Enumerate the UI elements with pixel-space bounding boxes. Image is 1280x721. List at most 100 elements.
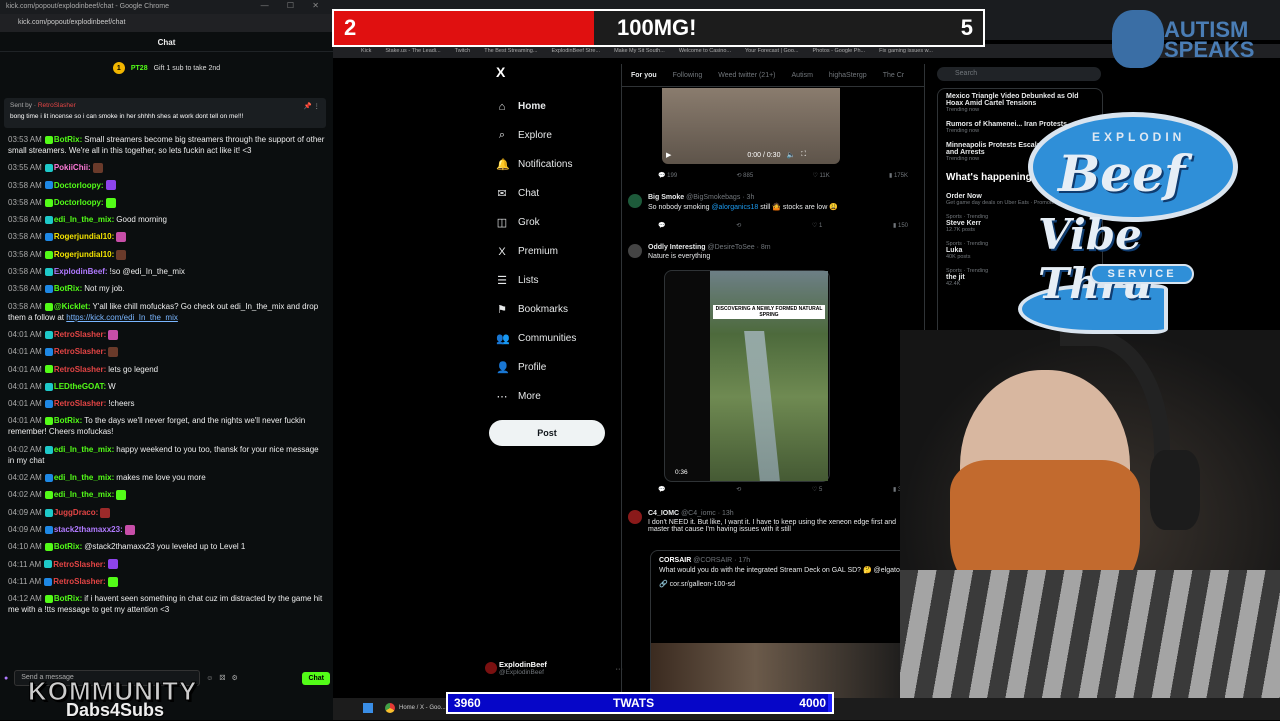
message-username[interactable]: RetroSlasher: — [53, 577, 105, 586]
timeline-feed[interactable]: For you Following Weed twitter (21+) Autism… — [621, 64, 925, 702]
play-icon[interactable]: ▶ — [666, 151, 671, 159]
message-username[interactable]: RetroSlasher: — [53, 560, 105, 569]
taskbar-chrome-label[interactable]: Home / X - Goo... — [399, 705, 446, 711]
bookmark-item[interactable]: Photos - Google Ph... — [813, 48, 866, 54]
chat-message[interactable]: 04:01 AM RetroSlasher: — [8, 346, 326, 358]
chat-message[interactable]: 04:10 AM BotRix: @stack2thamaxx23 you leve… — [8, 541, 326, 552]
bookmark-item[interactable]: Fix gaming issues w... — [879, 48, 933, 54]
message-username[interactable]: edi_In_the_mix: — [54, 473, 114, 482]
chat-message[interactable]: 04:01 AM RetroSlasher: lets go legend — [8, 364, 326, 375]
nav-item-explore[interactable]: ⌕ Explore — [488, 121, 628, 150]
pin-icon[interactable]: 📌 ⋮ — [304, 102, 320, 110]
gift-icon[interactable]: ⚄ — [219, 674, 225, 682]
bookmark-item[interactable]: ExplodinBeef Stre... — [551, 48, 600, 54]
chat-message[interactable]: 04:02 AM edi_In_the_mix: makes me love you… — [8, 472, 326, 483]
post-button[interactable]: Post — [489, 420, 605, 446]
message-username[interactable]: ExplodinBeef: — [54, 267, 108, 276]
bookmark-item[interactable]: Kick — [361, 48, 371, 54]
emoji-icon[interactable]: ☺ — [206, 675, 213, 682]
chat-message[interactable]: 04:01 AM BotRix: To the days we'll never f… — [8, 415, 326, 437]
nav-item-chat[interactable]: ✉ Chat — [488, 179, 628, 208]
message-username[interactable]: edi_In_the_mix: — [54, 215, 114, 224]
nav-item-more[interactable]: ⋯ More — [488, 382, 628, 411]
chat-message[interactable]: 04:11 AM RetroSlasher: — [8, 576, 326, 587]
message-username[interactable]: edi_In_the_mix: — [54, 490, 114, 499]
nature-video[interactable]: DISCOVERING A NEWLY FORMED NATURAL SPRIN… — [664, 270, 830, 482]
account-switcher[interactable]: ExplodinBeef @ExplodinBeef ··· — [485, 660, 623, 676]
views-icon[interactable]: ▮ 150 — [893, 222, 908, 234]
tweet-oddly-interesting[interactable]: Oddly Interesting @DesireToSee · 8m Natu… — [628, 244, 918, 260]
reply-icon[interactable]: 💬 — [658, 486, 665, 498]
chat-message[interactable]: 03:58 AM Doctorloopy: — [8, 197, 326, 208]
chat-message[interactable]: 03:58 AM Rogerjundial10: — [8, 231, 326, 243]
message-username[interactable]: RetroSlasher: — [54, 347, 106, 356]
fullscreen-icon[interactable]: ⛶ — [801, 151, 806, 159]
message-username[interactable]: LEDtheGOAT: — [54, 382, 106, 391]
message-username[interactable]: JuggDraco: — [54, 508, 98, 517]
chrome-icon[interactable] — [385, 703, 395, 713]
emote-icon[interactable]: ● — [4, 675, 8, 682]
timeline-tab[interactable]: The Cr — [883, 72, 904, 79]
nav-item-communities[interactable]: 👥 Communities — [488, 324, 628, 353]
message-username[interactable]: BotRix: — [54, 284, 82, 293]
bookmark-item[interactable]: The Best Streaming... — [484, 48, 537, 54]
nav-item-lists[interactable]: ☰ Lists — [488, 266, 628, 295]
search-input[interactable]: Search — [937, 67, 1101, 81]
message-username[interactable]: Doctorloopy: — [54, 181, 104, 190]
chat-send-button[interactable]: Chat — [302, 671, 330, 685]
windows-start-icon[interactable] — [363, 703, 373, 713]
chat-message[interactable]: 03:53 AM BotRix: Small streamers become bi… — [8, 134, 326, 156]
message-username[interactable]: stack2thamaxx23: — [54, 525, 123, 534]
reply-icon[interactable]: 💬 199 — [658, 172, 677, 184]
tweet-big-smoke[interactable]: Big Smoke @BigSmokebags · 3h So nobody s… — [628, 194, 918, 211]
bookmark-item[interactable]: Stake.us - The Leadi... — [385, 48, 440, 54]
chat-message[interactable]: 03:58 AM edi_In_the_mix: Good morning — [8, 214, 326, 225]
chat-message[interactable]: 03:58 AM BotRix: Not my job. — [8, 283, 326, 294]
retweet-icon[interactable]: ⟲ — [736, 486, 741, 498]
volume-icon[interactable]: 🔈 — [786, 151, 795, 159]
window-controls[interactable]: — ☐ ✕ — [261, 1, 327, 10]
nav-item-home[interactable]: ⌂ Home — [488, 92, 628, 121]
chat-messages-list[interactable]: 03:53 AM BotRix: Small streamers become bi… — [8, 134, 326, 621]
like-icon[interactable]: ♡ 11K — [812, 172, 829, 184]
chat-message[interactable]: 04:11 AM RetroSlasher: — [8, 559, 326, 570]
chat-message[interactable]: 03:58 AM Doctorloopy: — [8, 180, 326, 191]
tweet-c4-iomc[interactable]: C4_IOMC @C4_iomc · 13h I don't NEED it. … — [628, 510, 918, 533]
message-username[interactable]: BotRix: — [54, 542, 82, 551]
retweet-icon[interactable]: ⟲ — [736, 222, 741, 234]
quoted-tweet[interactable]: CORSAIR @CORSAIR · 17h What would you do… — [650, 550, 912, 702]
message-username[interactable]: BotRix: — [54, 135, 82, 144]
chat-url-bar[interactable]: kick.com/popout/explodinbeef/chat — [0, 14, 333, 32]
pinned-message[interactable]: Sent by · RetroSlasher 📌 ⋮ bong time i l… — [4, 98, 326, 128]
message-username[interactable]: @Kicklet: — [54, 302, 91, 311]
like-icon[interactable]: ♡ 1 — [812, 222, 822, 234]
message-username[interactable]: BotRix: — [54, 594, 82, 603]
bookmark-item[interactable]: Make My Sit South... — [614, 48, 665, 54]
message-username[interactable]: RetroSlasher: — [54, 330, 106, 339]
message-username[interactable]: Rogerjundial10: — [54, 250, 114, 259]
quote-link[interactable]: 🔗 cor.sr/galleon-100-sd — [651, 576, 911, 592]
settings-icon[interactable]: ⚙ — [231, 674, 237, 682]
nav-item-profile[interactable]: 👤 Profile — [488, 353, 628, 382]
chat-message[interactable]: 04:12 AM BotRix: if i havent seen somethin… — [8, 593, 326, 615]
timeline-tab[interactable]: Weed twitter (21+) — [718, 72, 775, 79]
chat-message[interactable]: 04:01 AM LEDtheGOAT: W — [8, 381, 326, 392]
chat-message[interactable]: 03:58 AM Rogerjundial10: — [8, 249, 326, 260]
sub-gift-banner[interactable]: 1 PT28 Gift 1 sub to take 2nd — [0, 52, 333, 84]
message-link[interactable]: https://kick.com/edi_In_the_mix — [66, 313, 178, 322]
message-username[interactable]: PokiiChii: — [54, 163, 91, 172]
message-username[interactable]: Doctorloopy: — [54, 198, 104, 207]
bookmark-item[interactable]: Your Forecast | Goo... — [745, 48, 799, 54]
nav-item-premium[interactable]: X Premium — [488, 237, 628, 266]
chat-message[interactable]: 03:55 AM PokiiChii: — [8, 162, 326, 174]
timeline-tab[interactable]: Following — [673, 72, 703, 79]
reply-icon[interactable]: 💬 — [658, 222, 665, 234]
bookmark-item[interactable]: Twitch — [455, 48, 471, 54]
views-icon[interactable]: ▮ 175K — [889, 172, 908, 184]
message-username[interactable]: Rogerjundial10: — [54, 232, 114, 241]
chat-message[interactable]: 04:09 AM stack2thamaxx23: — [8, 524, 326, 535]
message-username[interactable]: BotRix: — [54, 416, 82, 425]
chat-message[interactable]: 04:01 AM RetroSlasher: !cheers — [8, 398, 326, 409]
timeline-tab[interactable]: For you — [631, 72, 657, 79]
nav-item-bookmarks[interactable]: ⚑ Bookmarks — [488, 295, 628, 324]
